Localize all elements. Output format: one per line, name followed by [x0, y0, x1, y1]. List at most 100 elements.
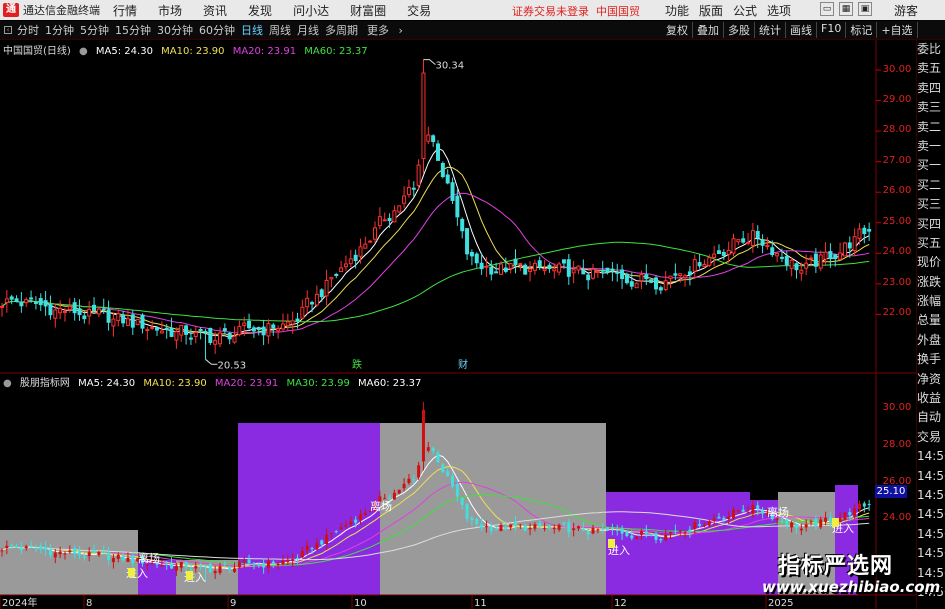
tool-stats[interactable]: 统计 — [755, 22, 786, 38]
candle-body — [654, 277, 658, 290]
side-panel-item[interactable]: 卖四 — [917, 79, 945, 98]
side-panel-item[interactable]: 换手 — [917, 350, 945, 369]
tab-period-60min[interactable]: 60分钟 — [196, 22, 238, 38]
title-bar: 通 通达信金融终端 行情 市场 资讯 发现 问小达 财富圈 交易 证券交易未登录… — [0, 0, 945, 20]
candle-body — [799, 269, 804, 274]
candle-body — [416, 164, 421, 186]
side-panel-item[interactable]: 卖二 — [917, 118, 945, 137]
candle-body — [344, 524, 348, 527]
candle-body — [692, 259, 697, 272]
tab-period-5min[interactable]: 5分钟 — [77, 22, 112, 38]
side-panel-item[interactable]: 交易 — [917, 428, 945, 447]
tab-period-multi[interactable]: 多周期 — [322, 22, 361, 38]
guest-user[interactable]: 游客 — [894, 2, 918, 19]
tool-f10[interactable]: F10 — [817, 22, 847, 38]
menu-item-options[interactable]: 选项 — [767, 2, 791, 19]
side-panel-item[interactable]: 卖三 — [917, 98, 945, 117]
side-panel-item[interactable]: 买二 — [917, 176, 945, 195]
candle-body — [314, 293, 319, 306]
candle-body — [664, 534, 668, 541]
side-panel-item[interactable]: 收益 — [917, 389, 945, 408]
menu-item-function[interactable]: 功能 — [665, 2, 689, 19]
menu-item-formula[interactable]: 公式 — [733, 2, 757, 19]
candle-body — [252, 563, 256, 566]
y-tick-label: 24.00 — [882, 246, 912, 257]
candle-body — [222, 328, 227, 331]
candle-body — [257, 563, 261, 565]
side-panel-item[interactable]: 卖五 — [917, 59, 945, 78]
info-circle-icon[interactable]: ● — [79, 46, 88, 57]
candle-body — [843, 512, 847, 520]
screen-icon[interactable]: ▭ — [820, 2, 834, 16]
lock-icon[interactable]: ▣ — [858, 2, 872, 16]
tab-period-1min[interactable]: 1分钟 — [42, 22, 77, 38]
side-panel-item[interactable]: 涨跌 — [917, 273, 945, 292]
menu-item-market[interactable]: 市场 — [158, 2, 182, 19]
menu-item-ask[interactable]: 问小达 — [293, 2, 329, 19]
tool-mark[interactable]: 标记 — [846, 22, 878, 38]
chart-area[interactable]: 30.3420.53 跌财离场进入 进入离场进入离场进入2024年 8 9 10 11 12 2… — [0, 40, 916, 609]
tool-adjust[interactable]: 复权 — [662, 22, 693, 38]
side-panel-item[interactable]: 委比 — [917, 40, 945, 59]
side-panel-item[interactable]: 14:56 — [917, 486, 945, 505]
candle-body — [629, 281, 634, 287]
side-panel-item[interactable]: 买三 — [917, 195, 945, 214]
menu-item-quotes[interactable]: 行情 — [113, 2, 137, 19]
candle-body — [373, 227, 378, 240]
side-panel-item[interactable]: 买一 — [917, 156, 945, 175]
side-panel-item[interactable]: 总量 — [917, 311, 945, 330]
candle-body — [145, 329, 150, 332]
candle-body — [310, 302, 315, 305]
candle-body — [111, 318, 116, 327]
candle-body — [290, 320, 295, 325]
side-panel-item[interactable]: 外盘 — [917, 331, 945, 350]
candle-body — [227, 332, 232, 340]
side-panel-item[interactable]: 14:56 — [917, 447, 945, 466]
tool-multi-stock[interactable]: 多股 — [724, 22, 755, 38]
side-panel-item[interactable]: 净资 — [917, 370, 945, 389]
menu-item-discover[interactable]: 发现 — [248, 2, 272, 19]
candle-body — [441, 464, 445, 473]
side-panel-item[interactable]: 14:56 — [917, 505, 945, 524]
tab-period-monthly[interactable]: 月线 — [294, 22, 322, 38]
candle-body — [334, 274, 339, 277]
candle-body — [280, 323, 285, 330]
menu-item-layout[interactable]: 版面 — [699, 2, 723, 19]
tab-period-15min[interactable]: 15分钟 — [112, 22, 154, 38]
image-icon[interactable]: ▦ — [839, 2, 853, 16]
side-panel-item[interactable]: 14:56 — [917, 525, 945, 544]
legend-lower-ma30: MA30: 23.99 — [286, 378, 350, 389]
chevron-left-icon[interactable]: ‹ — [4, 26, 12, 34]
candle-body — [687, 271, 692, 276]
candle-body — [44, 546, 48, 551]
tab-period-30min[interactable]: 30分钟 — [154, 22, 196, 38]
side-panel-item[interactable]: 卖一 — [917, 137, 945, 156]
tool-overlay[interactable]: 叠加 — [693, 22, 724, 38]
login-status[interactable]: 证券交易未登录 中国国贸 — [512, 3, 640, 19]
tool-draw[interactable]: 画线 — [786, 22, 817, 38]
candle-body — [82, 315, 87, 320]
candle-body — [377, 216, 382, 227]
tab-period-intraday[interactable]: 分时 — [14, 22, 42, 38]
candle-body — [543, 527, 547, 529]
side-panel-item[interactable]: 自动 — [917, 408, 945, 427]
candle-body — [814, 518, 818, 527]
side-panel-item[interactable]: 14:56 — [917, 467, 945, 486]
tab-period-weekly[interactable]: 周线 — [266, 22, 294, 38]
side-panel-item[interactable]: 涨幅 — [917, 292, 945, 311]
candle-body — [649, 279, 654, 283]
tab-period-daily[interactable]: 日线 — [238, 22, 266, 38]
signal-marker — [832, 518, 839, 527]
side-panel-item[interactable]: 现价 — [917, 253, 945, 272]
tool-add-watchlist[interactable]: +自选 — [877, 22, 918, 38]
menu-item-news[interactable]: 资讯 — [203, 2, 227, 19]
candle-body — [586, 274, 591, 281]
tab-period-more[interactable]: 更多 › — [361, 22, 409, 38]
side-panel-item[interactable]: 买四 — [917, 215, 945, 234]
upper-legend: 中国国贸(日线) ● MA5: 24.30 MA10: 23.90 MA20: … — [3, 42, 373, 57]
menu-item-trade[interactable]: 交易 — [407, 2, 431, 19]
candle-body — [97, 551, 101, 555]
info-circle-icon[interactable]: ● — [3, 378, 12, 389]
menu-item-wealth[interactable]: 财富圈 — [350, 2, 386, 19]
side-panel-item[interactable]: 买五 — [917, 234, 945, 253]
